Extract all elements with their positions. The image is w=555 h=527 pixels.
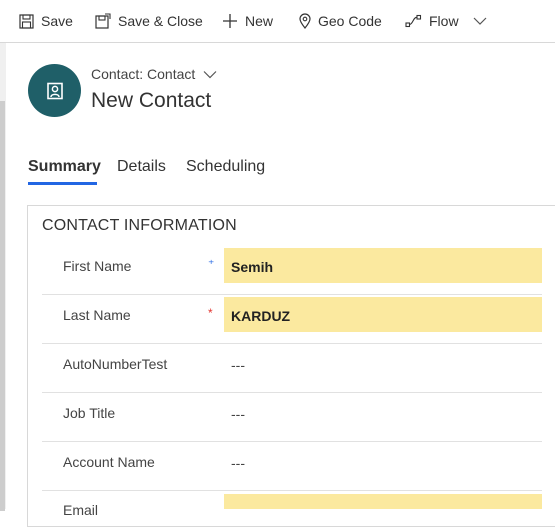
row-divider [42, 392, 542, 393]
left-scrollbar-thumb[interactable] [0, 101, 5, 511]
record-title: New Contact [91, 89, 212, 112]
save-label: Save [41, 13, 73, 29]
command-bar: Save Save & Close New Geo Code Flow [0, 0, 555, 43]
email-field[interactable] [224, 494, 542, 509]
new-button[interactable]: New [222, 0, 273, 42]
new-label: New [245, 13, 274, 29]
account-name-field[interactable]: --- [231, 455, 245, 471]
contact-avatar [28, 64, 81, 117]
autonumbertest-field[interactable]: --- [231, 357, 245, 373]
last-name-value: KARDUZ [231, 308, 291, 324]
save-button[interactable]: Save [19, 0, 73, 42]
flow-button[interactable]: Flow [405, 0, 487, 42]
autonumbertest-label: AutoNumberTest [63, 356, 168, 372]
active-tab-indicator [28, 182, 97, 185]
geo-code-button[interactable]: Geo Code [299, 0, 382, 42]
flow-icon [405, 14, 422, 28]
entity-form-label: Contact: Contact [91, 66, 196, 82]
contact-card-icon [46, 82, 63, 99]
save-close-button[interactable]: Save & Close [95, 0, 203, 42]
recommended-indicator: ⁺ [208, 257, 215, 271]
required-indicator: * [208, 306, 213, 320]
save-icon [19, 13, 34, 29]
tab-summary[interactable]: Summary [28, 158, 101, 176]
row-divider [42, 294, 542, 295]
tab-details[interactable]: Details [117, 158, 166, 176]
plus-icon [223, 14, 237, 28]
row-divider [42, 490, 542, 491]
row-divider [42, 343, 542, 344]
chevron-down-icon[interactable] [473, 16, 487, 26]
job-title-field[interactable]: --- [231, 406, 245, 422]
last-name-label: Last Name [63, 307, 131, 323]
row-divider [42, 441, 542, 442]
account-name-label: Account Name [63, 454, 155, 470]
first-name-value: Semih [231, 259, 274, 275]
form-selector[interactable]: Contact: Contact [91, 66, 217, 82]
tab-scheduling[interactable]: Scheduling [186, 158, 265, 176]
save-close-icon [95, 13, 111, 29]
flow-label: Flow [429, 13, 459, 29]
left-scrollbar-track[interactable] [0, 43, 6, 511]
section-title: CONTACT INFORMATION [42, 217, 237, 234]
map-pin-icon [299, 13, 311, 29]
geo-code-label: Geo Code [318, 13, 382, 29]
job-title-label: Job Title [63, 405, 116, 421]
chevron-down-icon [203, 70, 217, 78]
first-name-label: First Name [63, 258, 132, 274]
save-close-label: Save & Close [118, 13, 203, 29]
email-label: Email [63, 502, 99, 518]
